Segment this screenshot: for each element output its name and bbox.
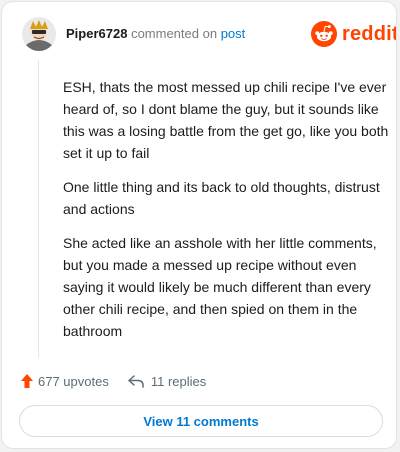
post-link[interactable]: post <box>221 26 246 41</box>
reply-count: 11 replies <box>150 373 207 389</box>
reddit-alien-icon <box>311 21 337 47</box>
comment-actions: 677 upvotes 11 replies <box>20 370 206 392</box>
reddit-logo[interactable]: reddit <box>311 20 397 48</box>
upvote-button[interactable]: 677 upvotes <box>20 373 109 389</box>
avatar-icon <box>22 17 56 51</box>
comment-body: ESH, thats the most messed up chili reci… <box>63 76 393 354</box>
thread-line[interactable] <box>38 60 39 358</box>
username-link[interactable]: Piper6728 <box>66 26 127 41</box>
comment-paragraph: ESH, thats the most messed up chili reci… <box>63 79 389 161</box>
reddit-wordmark: reddit <box>342 22 397 45</box>
view-comments-button[interactable]: View 11 comments <box>19 405 383 437</box>
comment-card: Piper6728 commented on post reddit ESH, … <box>1 1 397 449</box>
comment-paragraph: She acted like an asshole with her littl… <box>63 235 377 339</box>
upvote-arrow-icon <box>21 374 33 388</box>
comment-paragraph: One little thing and its back to old tho… <box>63 179 380 217</box>
upvote-count: 677 upvotes <box>38 373 109 389</box>
reply-button[interactable]: 11 replies <box>127 374 206 389</box>
reply-arrow-icon <box>128 375 144 388</box>
avatar[interactable] <box>22 17 56 51</box>
comment-header: Piper6728 commented on post <box>66 26 245 42</box>
commented-on-text: commented on <box>131 26 218 41</box>
